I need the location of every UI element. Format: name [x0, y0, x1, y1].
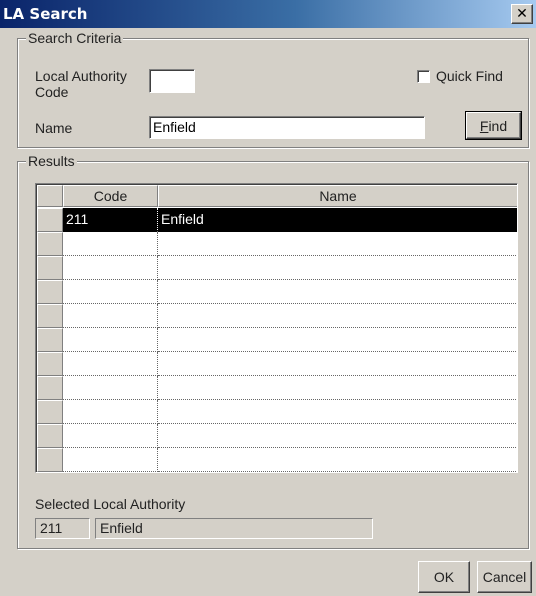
name-cell[interactable]	[158, 328, 517, 352]
row-header[interactable]	[37, 328, 63, 352]
code-cell[interactable]	[63, 256, 158, 280]
table-row[interactable]	[37, 352, 517, 376]
la-code-label: Local Authority Code	[35, 68, 127, 100]
quick-find-label[interactable]: Quick Find	[436, 68, 503, 84]
title-bar: LA Search ✕	[0, 0, 536, 28]
quick-find-checkbox[interactable]	[417, 70, 430, 83]
table-row[interactable]	[37, 280, 517, 304]
results-grid[interactable]: Code Name 211 Enfield	[35, 183, 518, 473]
row-header[interactable]	[37, 304, 63, 328]
code-cell[interactable]	[63, 352, 158, 376]
code-cell[interactable]	[63, 232, 158, 256]
grid-corner	[37, 185, 63, 207]
name-cell[interactable]	[158, 400, 517, 424]
code-cell[interactable]: 211	[63, 208, 158, 232]
ok-button[interactable]: OK	[418, 561, 470, 593]
name-cell[interactable]	[158, 376, 517, 400]
table-row[interactable]	[37, 232, 517, 256]
selected-name-field: Enfield	[95, 518, 373, 539]
row-header[interactable]	[37, 376, 63, 400]
code-cell[interactable]	[63, 376, 158, 400]
table-row[interactable]	[37, 400, 517, 424]
name-cell[interactable]	[158, 448, 517, 472]
find-button[interactable]: Find	[465, 111, 522, 140]
row-header[interactable]	[37, 424, 63, 448]
selected-code-field: 211	[35, 518, 90, 539]
name-cell[interactable]	[158, 280, 517, 304]
row-header[interactable]	[37, 280, 63, 304]
cancel-button[interactable]: Cancel	[477, 561, 532, 593]
column-header-code[interactable]: Code	[63, 185, 158, 207]
la-code-input[interactable]	[149, 69, 195, 93]
row-header[interactable]	[37, 256, 63, 280]
name-cell[interactable]	[158, 232, 517, 256]
code-cell[interactable]	[63, 448, 158, 472]
row-header[interactable]	[37, 352, 63, 376]
code-cell[interactable]	[63, 304, 158, 328]
name-label: Name	[35, 120, 73, 136]
close-icon: ✕	[516, 6, 528, 22]
row-header[interactable]	[37, 448, 63, 472]
row-header[interactable]	[37, 208, 63, 232]
table-row[interactable]	[37, 328, 517, 352]
code-cell[interactable]	[63, 328, 158, 352]
table-row[interactable]	[37, 304, 517, 328]
name-cell[interactable]	[158, 304, 517, 328]
name-cell[interactable]: Enfield	[158, 208, 517, 232]
code-cell[interactable]	[63, 280, 158, 304]
row-header[interactable]	[37, 400, 63, 424]
table-row[interactable]	[37, 256, 517, 280]
code-cell[interactable]	[63, 424, 158, 448]
search-criteria-legend: Search Criteria	[26, 30, 124, 46]
name-cell[interactable]	[158, 424, 517, 448]
table-row[interactable]	[37, 424, 517, 448]
grid-header: Code Name	[37, 185, 517, 207]
find-button-label: Find	[479, 117, 508, 134]
results-legend: Results	[26, 153, 77, 169]
name-cell[interactable]	[158, 256, 517, 280]
table-row[interactable]	[37, 376, 517, 400]
window-title: LA Search	[3, 5, 88, 23]
table-row[interactable]: 211 Enfield	[37, 208, 517, 232]
column-header-name[interactable]: Name	[158, 185, 517, 207]
selected-la-label: Selected Local Authority	[35, 496, 186, 512]
name-cell[interactable]	[158, 352, 517, 376]
table-row[interactable]	[37, 448, 517, 472]
row-header[interactable]	[37, 232, 63, 256]
close-button[interactable]: ✕	[511, 4, 533, 24]
code-cell[interactable]	[63, 400, 158, 424]
name-input[interactable]: Enfield	[149, 116, 425, 139]
